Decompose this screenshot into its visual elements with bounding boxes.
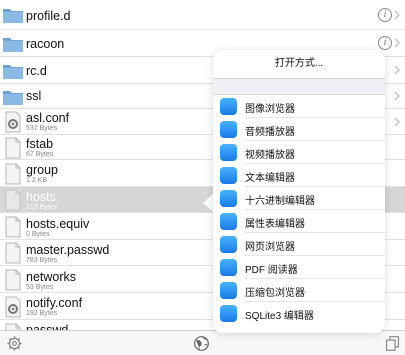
file-name: networks xyxy=(26,270,77,284)
app-icon xyxy=(220,144,237,161)
menu-item-pdf-reader[interactable]: PDF 阅读器 xyxy=(213,256,385,279)
document-icon xyxy=(5,242,21,264)
file-name: master.passwd xyxy=(26,243,110,257)
bottom-toolbar xyxy=(0,330,405,355)
menu-item-web-browser[interactable]: 网页浏览器 xyxy=(213,233,385,256)
file-size: 192 Bytes xyxy=(26,310,58,317)
folder-icon xyxy=(3,65,23,79)
document-icon xyxy=(5,269,21,291)
app-icon xyxy=(220,121,237,138)
app-icon xyxy=(220,282,237,299)
file-name: passwd xyxy=(26,323,69,330)
info-button[interactable]: i xyxy=(378,36,392,50)
menu-item-label: SQLite3 编辑器 xyxy=(245,311,314,322)
file-name: racoon xyxy=(26,37,65,51)
document-icon xyxy=(5,163,21,185)
globe-icon[interactable] xyxy=(193,335,210,352)
gear-icon[interactable] xyxy=(6,335,23,352)
file-size: 537 Bytes xyxy=(26,125,58,132)
menu-item-image-viewer[interactable]: 图像浏览器 xyxy=(213,95,385,118)
document-icon xyxy=(5,216,21,238)
app-icon xyxy=(220,236,237,253)
document-icon xyxy=(5,189,21,211)
menu-item-archive-browser[interactable]: 压缩包浏览器 xyxy=(213,279,385,302)
menu-item-sqlite-editor[interactable]: SQLite3 编辑器 xyxy=(213,302,385,325)
app-icon xyxy=(220,213,237,230)
file-size: 1.2 KB xyxy=(26,177,48,184)
menu-item-label: PDF 阅读器 xyxy=(245,265,298,276)
menu-item-text-editor[interactable]: 文本编辑器 xyxy=(213,164,385,187)
app-icon xyxy=(220,98,237,115)
file-name: group xyxy=(26,163,58,177)
file-size: 213 Bytes xyxy=(26,204,58,211)
copy-icon[interactable] xyxy=(384,335,401,352)
folder-icon xyxy=(3,91,23,105)
menu-item-label: 图像浏览器 xyxy=(245,104,295,115)
document-icon xyxy=(5,323,21,330)
chevron-right-icon xyxy=(394,117,401,127)
menu-item-label: 十六进制编辑器 xyxy=(245,196,315,207)
chevron-right-icon xyxy=(394,65,401,75)
config-file-icon xyxy=(5,111,21,133)
open-with-popover: 打开方式... 图像浏览器 音频播放器 视频播放器 文本编辑器 十六进制编辑器 … xyxy=(213,50,385,333)
app-icon xyxy=(220,190,237,207)
document-icon xyxy=(5,137,21,159)
file-name: profile.d xyxy=(26,9,71,23)
chevron-right-icon xyxy=(394,10,401,20)
file-name: rc.d xyxy=(26,64,47,78)
file-name: hosts.equiv xyxy=(26,217,90,231)
menu-item-hex-editor[interactable]: 十六进制编辑器 xyxy=(213,187,385,210)
chevron-right-icon xyxy=(394,91,401,101)
menu-item-label: 属性表编辑器 xyxy=(245,219,305,230)
file-size: 67 Bytes xyxy=(26,151,54,158)
config-file-icon xyxy=(5,296,21,318)
file-name: hosts xyxy=(26,190,56,204)
menu-item-label: 音频播放器 xyxy=(245,127,295,138)
file-row-profile-d[interactable]: profile.d i xyxy=(0,0,405,30)
file-size: 0 Bytes xyxy=(26,231,50,238)
file-name: fstab xyxy=(26,137,54,151)
file-size: 53 Bytes xyxy=(26,284,54,291)
file-name: notify.conf xyxy=(26,296,83,310)
info-button[interactable]: i xyxy=(378,8,392,22)
menu-item-video-player[interactable]: 视频播放器 xyxy=(213,141,385,164)
file-size: 783 Bytes xyxy=(26,257,58,264)
file-name: ssl xyxy=(26,89,42,103)
menu-item-label: 压缩包浏览器 xyxy=(245,288,305,299)
chevron-right-icon xyxy=(394,38,401,48)
menu-item-plist-editor[interactable]: 属性表编辑器 xyxy=(213,210,385,233)
folder-icon xyxy=(3,9,23,23)
app-icon xyxy=(220,305,237,322)
popover-title: 打开方式... xyxy=(274,58,324,69)
app-icon xyxy=(220,259,237,276)
folder-icon xyxy=(3,38,23,52)
menu-item-audio-player[interactable]: 音频播放器 xyxy=(213,118,385,141)
file-name: asl.conf xyxy=(26,111,70,125)
menu-item-label: 视频播放器 xyxy=(245,150,295,161)
menu-item-label: 网页浏览器 xyxy=(245,242,295,253)
menu-item-label: 文本编辑器 xyxy=(245,173,295,184)
popover-section-separator xyxy=(213,78,385,95)
app-icon xyxy=(220,167,237,184)
